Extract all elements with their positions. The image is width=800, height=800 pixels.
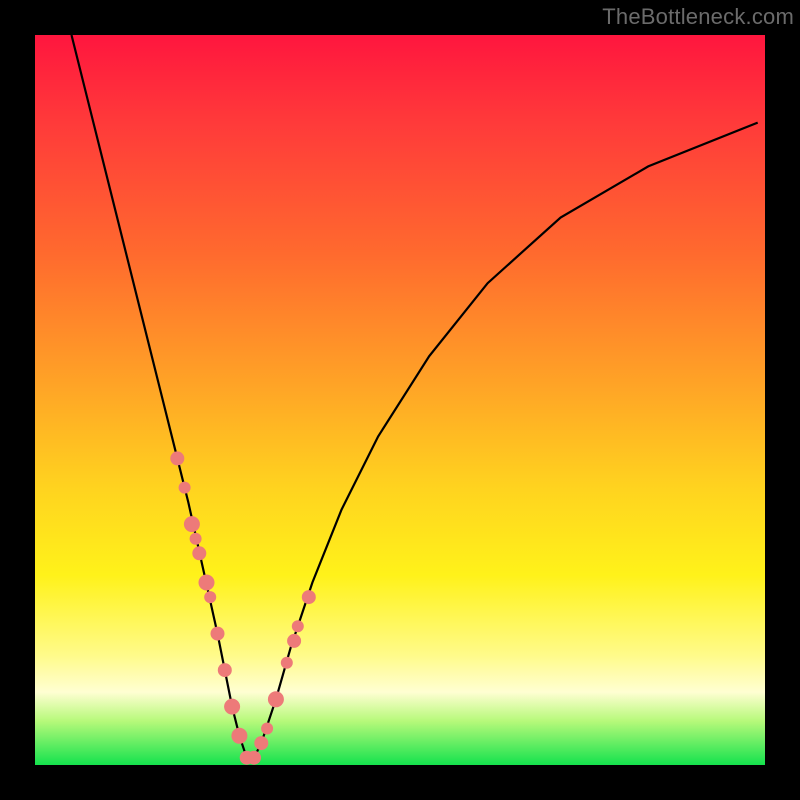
- highlighted-point: [287, 634, 301, 648]
- highlighted-point: [261, 723, 273, 735]
- highlighted-point: [268, 691, 284, 707]
- highlighted-point: [254, 736, 268, 750]
- highlighted-point: [190, 533, 202, 545]
- highlighted-point: [281, 657, 293, 669]
- highlighted-point: [218, 663, 232, 677]
- highlighted-point: [184, 516, 200, 532]
- highlighted-point: [179, 482, 191, 494]
- highlighted-point: [292, 620, 304, 632]
- highlighted-point: [231, 728, 247, 744]
- watermark-text: TheBottleneck.com: [602, 4, 794, 30]
- plot-area: [35, 35, 765, 765]
- chart-frame: TheBottleneck.com: [0, 0, 800, 800]
- highlighted-point: [247, 751, 261, 765]
- highlighted-point: [224, 699, 240, 715]
- highlighted-point: [211, 627, 225, 641]
- highlighted-points-group: [170, 451, 315, 764]
- chart-svg: [35, 35, 765, 765]
- highlighted-point: [170, 451, 184, 465]
- highlighted-point: [192, 546, 206, 560]
- highlighted-point: [204, 591, 216, 603]
- highlighted-point: [199, 575, 215, 591]
- highlighted-point: [302, 590, 316, 604]
- bottleneck-curve: [72, 35, 758, 758]
